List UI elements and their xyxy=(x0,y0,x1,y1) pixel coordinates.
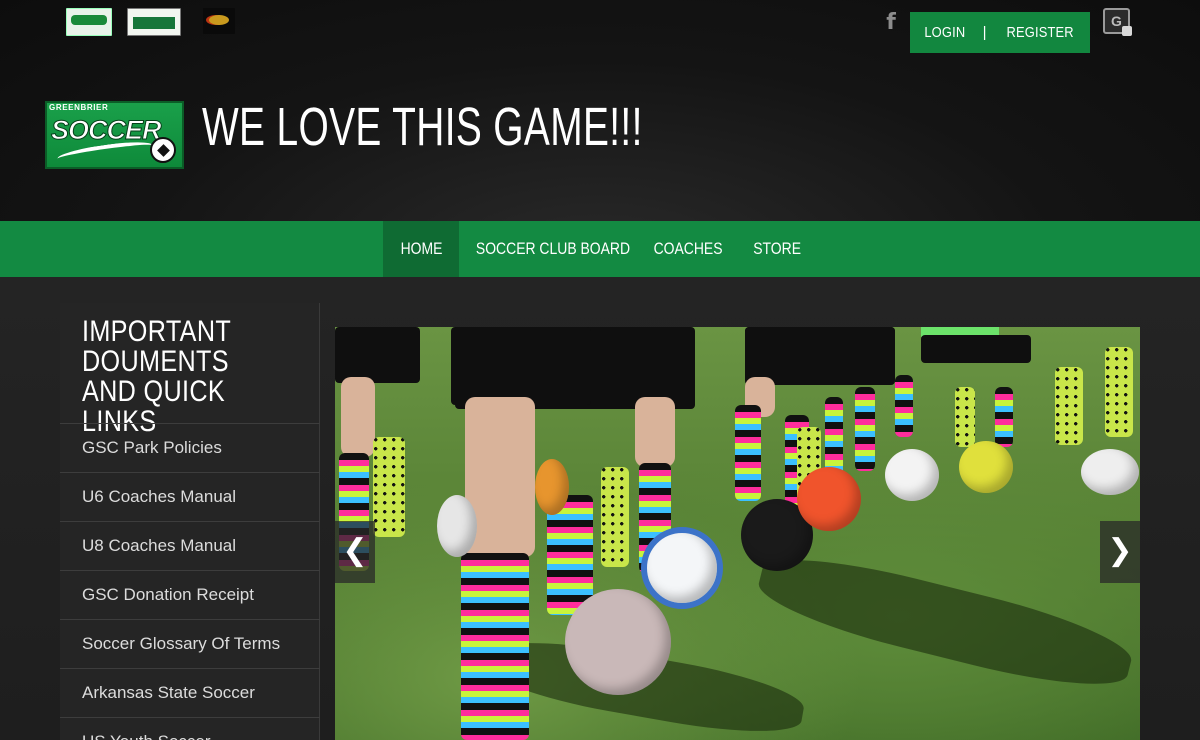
site-header: f LOGIN | REGISTER G GREENBRIER SOCCER W… xyxy=(0,0,1200,221)
soccer-ball xyxy=(959,441,1013,493)
leopard-sock xyxy=(1105,347,1133,437)
sponsor-dicks-logo[interactable] xyxy=(127,8,181,36)
google-translate-icon[interactable]: G xyxy=(1103,8,1132,36)
player-shorts xyxy=(921,335,1031,363)
player-shorts xyxy=(335,327,420,383)
register-link[interactable]: REGISTER xyxy=(1006,24,1073,41)
striped-sock xyxy=(735,405,761,501)
site-logo[interactable]: GREENBRIER SOCCER xyxy=(45,101,184,169)
striped-sock xyxy=(461,553,529,740)
sponsor-soccer-logo[interactable] xyxy=(66,8,112,36)
logo-word: SOCCER xyxy=(51,115,163,146)
leopard-sock xyxy=(373,437,405,537)
soccer-ball xyxy=(535,459,569,515)
sidebar-link-u8-manual[interactable]: U8 Coaches Manual xyxy=(60,521,320,570)
nav-item-label: HOME xyxy=(400,239,442,258)
nav-item-coaches[interactable]: COACHES xyxy=(638,221,738,277)
leopard-sock xyxy=(601,467,629,567)
striped-sock xyxy=(895,375,913,437)
sidebar-link-park-policies[interactable]: GSC Park Policies xyxy=(60,423,320,472)
soccer-ball xyxy=(885,449,939,501)
login-link[interactable]: LOGIN xyxy=(924,24,965,41)
sidebar-title: IMPORTANT DOUMENTS AND QUICK LINKS xyxy=(82,315,231,438)
nav-item-label: SOCCER CLUB BOARD xyxy=(475,239,631,258)
soccer-ball xyxy=(797,467,861,531)
quick-links-sidebar: IMPORTANT DOUMENTS AND QUICK LINKS GSC P… xyxy=(60,303,320,740)
soccer-ball-icon xyxy=(150,137,176,163)
logo-top-text: GREENBRIER xyxy=(49,103,109,112)
slider-prev-button[interactable]: ❮ xyxy=(335,521,375,583)
player-shorts xyxy=(451,327,591,405)
site-tagline: WE LOVE THIS GAME!!! xyxy=(202,97,643,157)
sponsor-third-logo[interactable] xyxy=(203,8,235,34)
sidebar-link-arkansas-soccer[interactable]: Arkansas State Soccer xyxy=(60,668,320,717)
soccer-ball xyxy=(641,527,723,609)
player-leg xyxy=(341,377,375,457)
player-shorts xyxy=(745,327,895,385)
soccer-ball xyxy=(1081,449,1139,495)
main-nav: HOME SOCCER CLUB BOARD COACHES STORE xyxy=(0,221,1200,277)
nav-item-label: STORE xyxy=(753,239,801,258)
nav-item-store[interactable]: STORE xyxy=(738,221,816,277)
striped-sock xyxy=(855,387,875,471)
player-leg xyxy=(635,397,675,467)
slider-next-button[interactable]: ❯ xyxy=(1100,521,1140,583)
soccer-ball xyxy=(565,589,671,695)
sidebar-link-us-youth-soccer[interactable]: US Youth Soccer xyxy=(60,717,320,740)
hero-slider-image xyxy=(335,327,1140,740)
auth-box: LOGIN | REGISTER xyxy=(910,12,1090,53)
leopard-sock xyxy=(955,387,975,447)
nav-item-home[interactable]: HOME xyxy=(383,221,459,277)
nav-item-soccer-club-board[interactable]: SOCCER CLUB BOARD xyxy=(459,221,638,277)
striped-sock xyxy=(995,387,1013,447)
sidebar-link-u6-manual[interactable]: U6 Coaches Manual xyxy=(60,472,320,521)
sidebar-link-glossary[interactable]: Soccer Glossary Of Terms xyxy=(60,619,320,668)
nav-item-label: COACHES xyxy=(653,239,723,258)
soccer-ball xyxy=(437,495,477,557)
sidebar-link-donation-receipt[interactable]: GSC Donation Receipt xyxy=(60,570,320,619)
auth-separator: | xyxy=(982,24,987,41)
leopard-sock xyxy=(1055,367,1083,445)
facebook-icon[interactable]: f xyxy=(884,10,898,36)
